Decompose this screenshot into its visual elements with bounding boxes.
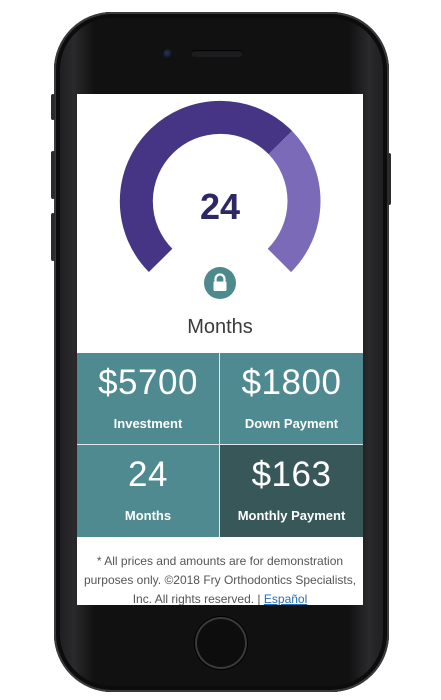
gauge-label: Months <box>187 316 253 338</box>
down-payment-label: Down Payment <box>244 416 339 431</box>
investment-label: Investment <box>113 416 183 431</box>
disclaimer-text: * All prices and amounts are for demonst… <box>83 554 357 605</box>
volume-down-button <box>51 213 55 261</box>
lock-button[interactable] <box>204 267 236 299</box>
months-tile: 24 Months <box>77 445 220 537</box>
monthly-payment-value: $163 <box>251 455 332 494</box>
down-payment-value: $1800 <box>241 363 342 402</box>
months-label: Months <box>124 508 172 523</box>
app-screen: 24 Months $5700 Investment $1800 Down Pa… <box>77 94 363 605</box>
home-button[interactable] <box>195 617 247 669</box>
down-payment-tile: $1800 Down Payment <box>220 353 363 445</box>
investment-value: $5700 <box>98 363 198 402</box>
volume-up-button <box>51 151 55 199</box>
lock-icon <box>213 273 227 291</box>
camera-icon <box>163 49 173 59</box>
mute-switch <box>51 94 55 120</box>
investment-tile: $5700 Investment <box>77 353 220 445</box>
speaker-grille <box>191 50 243 57</box>
gauge-value: 24 <box>199 186 241 227</box>
disclaimer: * All prices and amounts are for demonst… <box>81 552 359 605</box>
months-value: 24 <box>128 455 168 494</box>
language-link[interactable]: Español <box>264 592 307 605</box>
monthly-payment-tile: $163 Monthly Payment <box>220 445 363 537</box>
power-button <box>387 153 391 205</box>
monthly-payment-label: Monthly Payment <box>237 508 346 523</box>
